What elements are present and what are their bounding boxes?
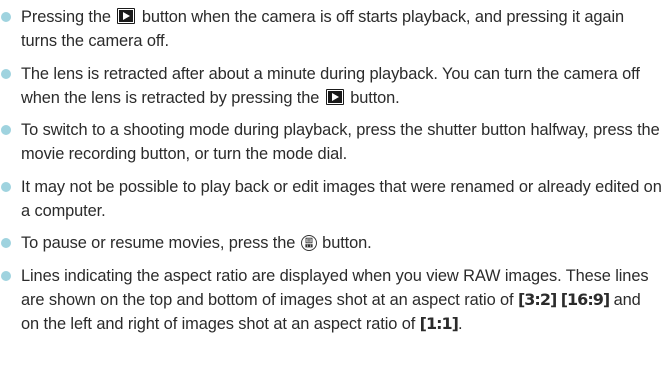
list-item: To pause or resume movies, press the but… — [0, 231, 667, 255]
bullet-dot — [1, 125, 11, 135]
note-text: To switch to a shooting mode during play… — [21, 121, 660, 163]
note-text: button. — [345, 88, 400, 107]
list-item: To switch to a shooting mode during play… — [0, 118, 667, 166]
list-item: Pressing the button when the camera is o… — [0, 5, 667, 53]
notes-list: Pressing the button when the camera is o… — [0, 0, 667, 336]
note-text: button. — [317, 234, 372, 252]
bullet-dot — [1, 238, 11, 248]
playback-button-icon — [325, 88, 344, 105]
note-text: It may not be possible to play back or e… — [21, 177, 662, 220]
aspect-ratio-3-2-icon: [3:2] — [517, 289, 557, 309]
playback-button-icon — [117, 8, 136, 24]
func-set-button-icon — [300, 235, 317, 251]
bullet-dot — [1, 68, 11, 79]
note-text: To pause or resume movies, press the — [21, 234, 300, 252]
bullet-dot — [1, 12, 11, 22]
list-item: It may not be possible to play back or e… — [0, 175, 667, 223]
note-text: . — [457, 314, 463, 333]
list-item: Lines indicating the aspect ratio are di… — [0, 264, 667, 336]
bullet-dot — [1, 270, 11, 281]
aspect-ratio-1-1-icon: [1:1] — [419, 313, 459, 333]
note-text: Pressing the — [21, 8, 116, 26]
bullet-dot — [1, 181, 11, 192]
list-item: The lens is retracted after about a minu… — [0, 62, 667, 110]
aspect-ratio-16-9-icon: [16:9] — [560, 289, 610, 309]
